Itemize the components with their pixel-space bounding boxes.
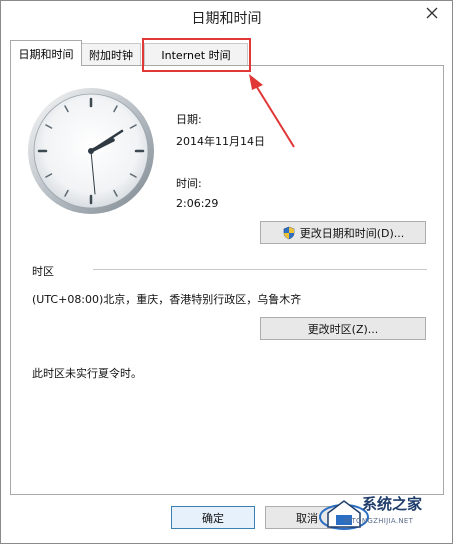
window-title: 日期和时间 [191, 11, 262, 27]
change-date-time-label: 更改日期和时间(D)... [299, 226, 405, 240]
close-button[interactable] [417, 2, 447, 24]
dialog-window: 日期和时间 日期和时间 附加时钟 Internet 时间 日期: 2014年11… [0, 0, 453, 544]
ok-button[interactable]: 确定 [171, 506, 255, 529]
timezone-value: (UTC+08:00)北京，重庆，香港特别行政区，乌鲁木齐 [32, 293, 302, 306]
close-icon [426, 7, 438, 19]
change-timezone-button[interactable]: 更改时区(Z)... [260, 317, 426, 340]
time-label: 时间: [176, 177, 202, 190]
annotation-arrow-icon [249, 74, 295, 148]
watermark-text: 系统之家 [362, 495, 423, 513]
time-value: 2:06:29 [176, 197, 219, 210]
dst-note: 此时区未实行夏令时。 [32, 367, 142, 380]
analog-clock-icon [28, 88, 154, 214]
change-date-time-button[interactable]: 更改日期和时间(D)... [260, 221, 426, 244]
timezone-separator [93, 269, 427, 270]
tab-date-time[interactable]: 日期和时间 [10, 40, 82, 66]
title-bar: 日期和时间 [1, 1, 452, 32]
date-label: 日期: [176, 113, 202, 126]
timezone-section-label: 时区 [32, 265, 54, 278]
tab-additional-clocks[interactable]: 附加时钟 [81, 43, 141, 65]
watermark-url: XITONGZHIJIA.NET [344, 517, 414, 525]
highlight-box [142, 38, 251, 72]
uac-shield-icon [283, 226, 295, 239]
